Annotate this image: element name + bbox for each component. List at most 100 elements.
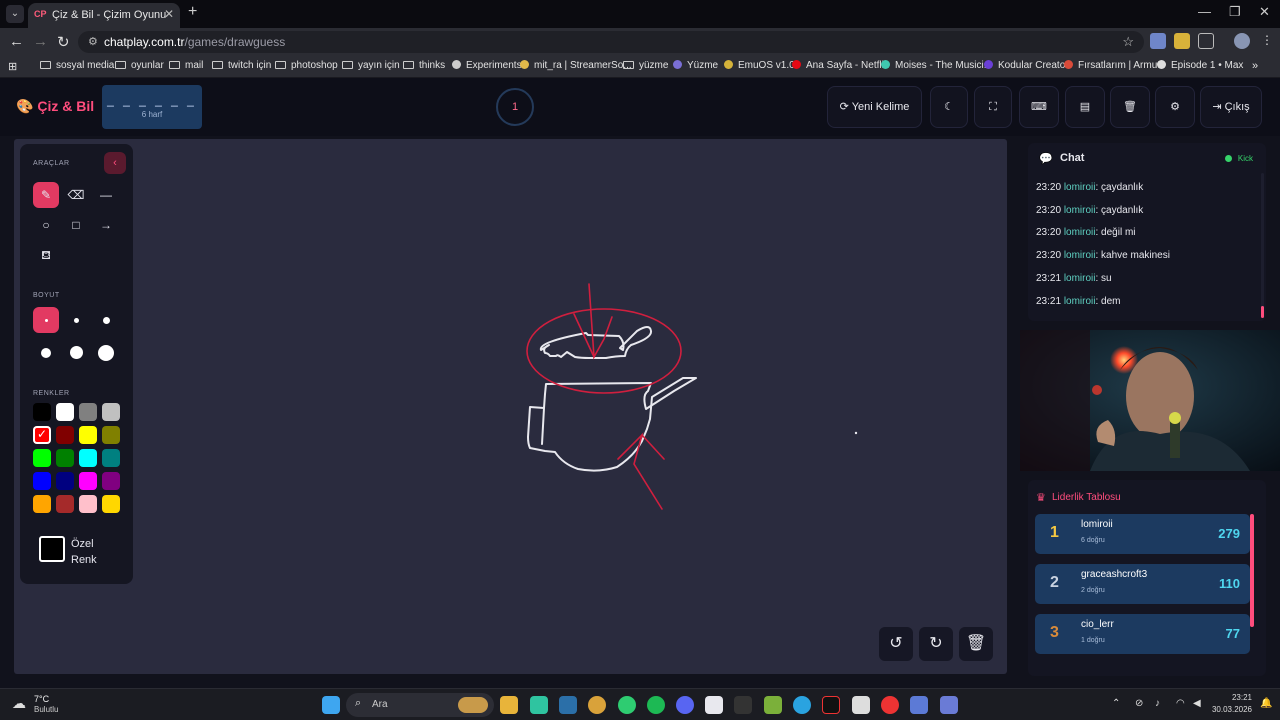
undo-button[interactable]: ↺: [879, 627, 913, 661]
profile-avatar[interactable]: [1234, 33, 1250, 49]
bookmark-max[interactable]: Episode 1 • Max: [1157, 60, 1243, 71]
color-swatch[interactable]: ✓: [33, 426, 51, 444]
capcut-icon[interactable]: [705, 696, 723, 714]
whatsapp-icon[interactable]: [618, 696, 636, 714]
forward-icon[interactable]: →: [33, 33, 48, 50]
fullscreen-button[interactable]: ⛶: [974, 86, 1012, 128]
color-swatch[interactable]: [79, 403, 97, 421]
color-swatch[interactable]: [102, 495, 120, 513]
color-swatch[interactable]: [102, 426, 120, 444]
browser-tab[interactable]: CP Çiz & Bil - Çizim Oyunu ✕: [28, 3, 180, 28]
window-close-icon[interactable]: ✕: [1259, 4, 1270, 20]
size-4-button[interactable]: [33, 339, 59, 365]
chat-username[interactable]: lomiroii: [1064, 250, 1096, 261]
size-6-button[interactable]: [93, 339, 119, 365]
dark-mode-button[interactable]: ☾: [930, 86, 968, 128]
size-3-button[interactable]: [93, 307, 119, 333]
collapse-toolbox-button[interactable]: ‹: [104, 152, 126, 174]
app-icon-4[interactable]: [881, 696, 899, 714]
bookmark-sosyal-media[interactable]: sosyal media: [40, 60, 114, 71]
color-swatch[interactable]: [79, 495, 97, 513]
bookmark-photoshop[interactable]: photoshop: [275, 60, 338, 71]
windows-start-icon[interactable]: [322, 696, 340, 714]
speaker-icon[interactable]: ◀: [1193, 698, 1201, 709]
leaderboard-scrollbar[interactable]: [1250, 514, 1254, 627]
color-swatch[interactable]: [102, 403, 120, 421]
taskbar-search[interactable]: ⌕ Ara: [346, 693, 494, 717]
color-swatch[interactable]: [33, 495, 51, 513]
app-icon-5[interactable]: [910, 696, 928, 714]
app-icon-1[interactable]: [530, 696, 548, 714]
chat-scrollbar-thumb[interactable]: [1261, 306, 1264, 318]
color-swatch[interactable]: [102, 449, 120, 467]
color-swatch[interactable]: [79, 472, 97, 490]
browser-menu-icon[interactable]: ⋮: [1261, 33, 1273, 47]
new-tab-icon[interactable]: +: [188, 3, 197, 21]
chat-username[interactable]: lomiroii: [1064, 182, 1096, 193]
color-swatch[interactable]: [79, 449, 97, 467]
url-field[interactable]: ⚙ chatplay.com.tr/games/drawguess ☆: [78, 31, 1144, 53]
bookmark-emuos[interactable]: EmuOS v1.0: [724, 60, 795, 71]
telegram-icon[interactable]: [793, 696, 811, 714]
custom-color-button[interactable]: Özel Renk: [33, 530, 119, 574]
color-swatch[interactable]: [56, 426, 74, 444]
color-swatch[interactable]: [56, 495, 74, 513]
tray-chevron-icon[interactable]: ⌃: [1112, 698, 1120, 709]
rectangle-tool-button[interactable]: □: [63, 212, 89, 238]
discord-icon[interactable]: [676, 696, 694, 714]
bookmark-kodular[interactable]: Kodular Creator: [984, 60, 1069, 71]
bookmark-yuzme[interactable]: Yüzme: [673, 60, 718, 71]
tiktok-icon[interactable]: [822, 696, 840, 714]
redo-button[interactable]: ↻: [919, 627, 953, 661]
chat-username[interactable]: lomiroii: [1064, 273, 1096, 284]
bookmark-star-icon[interactable]: ☆: [1122, 34, 1134, 50]
notification-bell-icon[interactable]: 🔔: [1260, 698, 1272, 709]
extensions-puzzle-icon[interactable]: [1198, 33, 1214, 49]
bookmarks-overflow-icon[interactable]: »: [1252, 60, 1258, 72]
app-icon-2[interactable]: [764, 696, 782, 714]
color-swatch[interactable]: [56, 449, 74, 467]
taskbar-clock[interactable]: 23:21 30.03.2026: [1208, 692, 1252, 716]
tab-search-menu-icon[interactable]: ⌄: [6, 5, 24, 23]
archive-button[interactable]: ▤: [1065, 86, 1105, 128]
settings-button[interactable]: ⚙: [1155, 86, 1195, 128]
size-5-button[interactable]: [63, 339, 89, 365]
minimize-icon[interactable]: —: [1198, 4, 1211, 19]
keyboard-button[interactable]: ⌨: [1019, 86, 1059, 128]
color-swatch[interactable]: [56, 403, 74, 421]
bookmark-oyunlar[interactable]: oyunlar: [115, 60, 164, 71]
color-swatch[interactable]: [33, 403, 51, 421]
bookmark-yuzme-folder[interactable]: yüzme: [623, 60, 668, 71]
delete-button[interactable]: 🗑: [1110, 86, 1150, 128]
size-2-button[interactable]: [63, 307, 89, 333]
steam-icon[interactable]: [559, 696, 577, 714]
bookmark-mail[interactable]: mail: [169, 60, 203, 71]
bookmark-netflix[interactable]: Ana Sayfa - Netflix: [792, 60, 889, 71]
microphone-icon[interactable]: ♪: [1155, 698, 1160, 709]
bookmark-yayin[interactable]: yayın için: [342, 60, 400, 71]
size-1-button[interactable]: [33, 307, 59, 333]
exit-button[interactable]: ⇥ Çıkış: [1200, 86, 1262, 128]
color-swatch[interactable]: [33, 449, 51, 467]
chat-username[interactable]: lomiroii: [1064, 205, 1096, 216]
apps-grid-icon[interactable]: ⊞: [8, 60, 17, 73]
clear-canvas-button[interactable]: 🗑: [959, 627, 993, 661]
reload-icon[interactable]: ↻: [57, 33, 70, 51]
pen-tool-button[interactable]: ✎: [33, 182, 59, 208]
bookmark-experiments[interactable]: Experiments: [452, 60, 522, 71]
drawing-canvas[interactable]: ↺ ↻ 🗑: [14, 139, 1007, 674]
bookmark-armut[interactable]: Fırsatlarım | Armut: [1064, 60, 1160, 71]
color-swatch[interactable]: [56, 472, 74, 490]
circle-tool-button[interactable]: ○: [33, 212, 59, 238]
epic-games-icon[interactable]: [734, 696, 752, 714]
tab-close-icon[interactable]: ✕: [164, 7, 174, 21]
new-word-button[interactable]: ⟳ Yeni Kelime: [827, 86, 922, 128]
app-icon-3[interactable]: [852, 696, 870, 714]
chat-username[interactable]: lomiroii: [1064, 227, 1096, 238]
calculator-icon[interactable]: [940, 696, 958, 714]
extension-translate-icon[interactable]: [1150, 33, 1166, 49]
color-swatch[interactable]: [33, 472, 51, 490]
network-icon[interactable]: ⊘: [1135, 698, 1143, 709]
chat-username[interactable]: lomiroii: [1064, 296, 1096, 307]
chat-scrollbar[interactable]: [1261, 173, 1264, 317]
